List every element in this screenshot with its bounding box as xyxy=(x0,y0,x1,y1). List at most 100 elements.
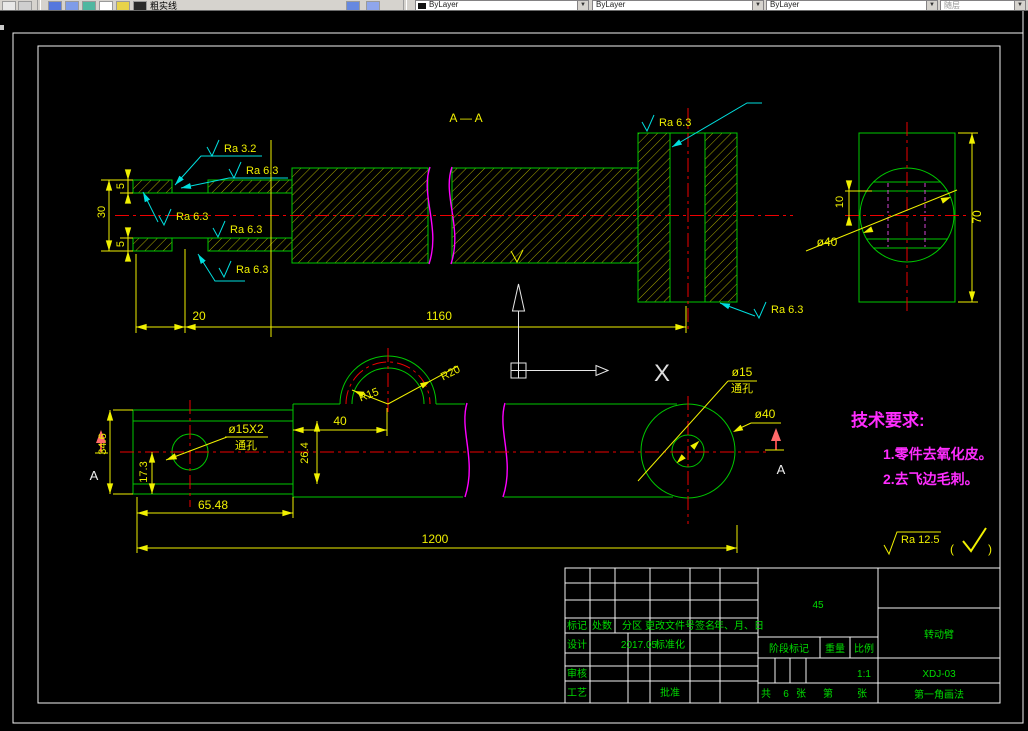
surface-finish-ra63: Ra 6.3 xyxy=(197,253,268,282)
side-view: 70 10 ø40 xyxy=(805,122,984,313)
layer-states-icon[interactable] xyxy=(65,1,79,10)
dim-20: 20 xyxy=(192,309,206,323)
tb-design: 设计 xyxy=(567,638,587,651)
section-view-aa: A — A Ra 3.2 Ra 6.3 Ra 6.3 Ra 6.3 Ra 6.3… xyxy=(96,102,803,337)
layer-bulb-icon[interactable] xyxy=(116,1,130,10)
dim-1160: 1160 xyxy=(426,309,452,323)
dim-r20: R20 xyxy=(439,363,462,383)
tech-req-item1: 1.零件去氧化皮。 xyxy=(883,446,993,462)
dim-dia40-side: ø40 xyxy=(817,235,838,249)
dim-70: 70 xyxy=(970,210,984,224)
tech-req-item2: 2.去飞边毛刺。 xyxy=(883,471,979,487)
dim-26-4: 26.4 xyxy=(299,442,311,463)
dim-10: 10 xyxy=(834,196,846,208)
tb-standardization: 标准化 xyxy=(655,638,685,651)
dim-boss-dia: ø40 xyxy=(755,407,776,421)
lineweight-combo-arrow-icon[interactable]: ▼ xyxy=(926,1,937,10)
tech-req-title: 技术要求: xyxy=(851,410,925,430)
make-layer-current-icon[interactable] xyxy=(346,1,360,10)
cad-application-window: 粗实线 ByLayer ▼ ByLayer ▼ ByLayer ▼ 随层 ▼ A… xyxy=(0,0,1028,731)
new-file-icon[interactable] xyxy=(2,1,16,10)
layer-manager-icon[interactable] xyxy=(48,1,62,10)
tb-stage-mark: 阶段标记 xyxy=(769,642,809,655)
layer-previous-icon[interactable] xyxy=(366,1,380,10)
surface-finish-ra63: Ra 6.3 xyxy=(142,191,208,227)
tb-col-sign: 签名 xyxy=(695,619,715,632)
tb-process: 工艺 xyxy=(567,687,587,699)
tb-col-mark: 标记 xyxy=(567,620,587,632)
dim-r15: R15 xyxy=(357,386,380,404)
tb-col-docno: 更改文件号 xyxy=(645,619,695,632)
tb-col-date: 年、月、日 xyxy=(714,619,764,632)
dim-5: 5 xyxy=(115,241,127,247)
tb-review: 审核 xyxy=(567,667,587,680)
ucs-x-arrow-icon xyxy=(595,364,610,377)
ucs-x-label: X xyxy=(654,360,670,387)
title-block: 标记 处数 分区 更改文件号 签名 年、月、日 设计 2017.05 标准化 审… xyxy=(564,567,1001,704)
dim-17-3: 17.3 xyxy=(138,461,150,482)
linetype-combo-value: ByLayer xyxy=(596,0,626,9)
surface-finish-ra63: Ra 6.3 xyxy=(212,220,262,239)
svg-text:Ra 6.3: Ra 6.3 xyxy=(230,224,262,236)
paren-open: ( xyxy=(950,542,954,556)
tb-sheet-total: 6 xyxy=(783,689,789,700)
color-combo[interactable]: ByLayer ▼ xyxy=(415,0,589,10)
dim-hole-right-note: 通孔 xyxy=(731,382,753,395)
tb-drawing-no: XDJ-03 xyxy=(922,669,956,680)
svg-text:Ra 6.3: Ra 6.3 xyxy=(659,117,691,129)
general-roughness-note: Ra 12.5 ( ) xyxy=(883,527,992,556)
ucs-y-arrow-icon xyxy=(511,283,526,312)
color-swatch-icon xyxy=(418,3,426,9)
section-view-label: A — A xyxy=(449,111,482,125)
tb-col-count: 处数 xyxy=(592,619,612,632)
linetype-combo[interactable]: ByLayer ▼ xyxy=(592,0,764,10)
tb-col-zone: 分区 xyxy=(622,620,642,632)
tb-part-name: 转动臂 xyxy=(924,628,954,641)
dim-65-48: 65.48 xyxy=(198,498,228,512)
svg-text:Ra 6.3: Ra 6.3 xyxy=(236,264,268,276)
print-icon[interactable] xyxy=(18,1,32,10)
model-space-canvas[interactable]: A — A Ra 3.2 Ra 6.3 Ra 6.3 Ra 6.3 Ra 6.3… xyxy=(0,0,1028,731)
tb-design-date: 2017.05 xyxy=(621,640,658,651)
ui-artifact xyxy=(0,25,4,30)
dim-30: 30 xyxy=(96,206,108,218)
dimensions-side-view: 70 10 ø40 xyxy=(805,132,984,303)
lineweight-combo-value: ByLayer xyxy=(770,0,800,9)
svg-text:Ra 6.3: Ra 6.3 xyxy=(246,165,278,177)
tb-projection: 第一角画法 xyxy=(914,688,964,701)
check-icon xyxy=(962,527,987,553)
tb-material: 45 xyxy=(812,600,824,611)
plotstyle-combo-arrow-icon[interactable]: ▼ xyxy=(1014,1,1025,10)
svg-text:Ra 3.2: Ra 3.2 xyxy=(224,143,256,155)
surface-finish-ra63: Ra 6.3 xyxy=(719,301,803,320)
break-line xyxy=(502,402,508,498)
lineweight-combo[interactable]: ByLayer ▼ xyxy=(766,0,938,10)
dim-1200: 1200 xyxy=(422,532,449,546)
color-combo-arrow-icon[interactable]: ▼ xyxy=(577,1,588,10)
break-line xyxy=(464,402,470,498)
dim-5: 5 xyxy=(115,183,127,189)
dimensions-plan-view: 34.6 17.3 65.48 1200 40 26.4 R15 R20 ø15… xyxy=(97,363,781,553)
linetype-combo-arrow-icon[interactable]: ▼ xyxy=(752,1,763,10)
tb-sheet-total-label: 共 xyxy=(761,688,771,700)
dim-34-6: 34.6 xyxy=(97,433,109,454)
tech-requirements: 技术要求: 1.零件去氧化皮。 2.去飞边毛刺。 xyxy=(851,410,993,487)
plotstyle-combo-value: 随层 xyxy=(944,1,960,10)
dim-40: 40 xyxy=(333,414,347,428)
layer-tools-icon[interactable] xyxy=(82,1,96,10)
toolbar-separator xyxy=(37,0,41,10)
dim-hole-left: ø15X2 xyxy=(228,422,264,436)
dim-hole-right: ø15 xyxy=(732,365,753,379)
top-toolbar: 粗实线 ByLayer ▼ ByLayer ▼ ByLayer ▼ 随层 ▼ xyxy=(0,0,1028,11)
plan-view: A A 34.6 17.3 65.48 1200 40 26.4 R15 R20… xyxy=(90,348,786,553)
layer-off-icon[interactable] xyxy=(99,1,113,10)
tb-scale-value: 1:1 xyxy=(857,669,871,680)
svg-text:Ra 6.3: Ra 6.3 xyxy=(771,304,803,316)
section-marker-right: A xyxy=(765,428,786,477)
layer-combo-label[interactable]: 粗实线 xyxy=(150,0,177,10)
svg-text:A: A xyxy=(777,462,786,477)
dim-hole-left-note: 通孔 xyxy=(235,439,257,452)
tb-sheet-no-unit: 张 xyxy=(857,688,867,700)
plotstyle-combo[interactable]: 随层 ▼ xyxy=(940,0,1026,10)
layer-color-swatch[interactable] xyxy=(133,1,147,10)
